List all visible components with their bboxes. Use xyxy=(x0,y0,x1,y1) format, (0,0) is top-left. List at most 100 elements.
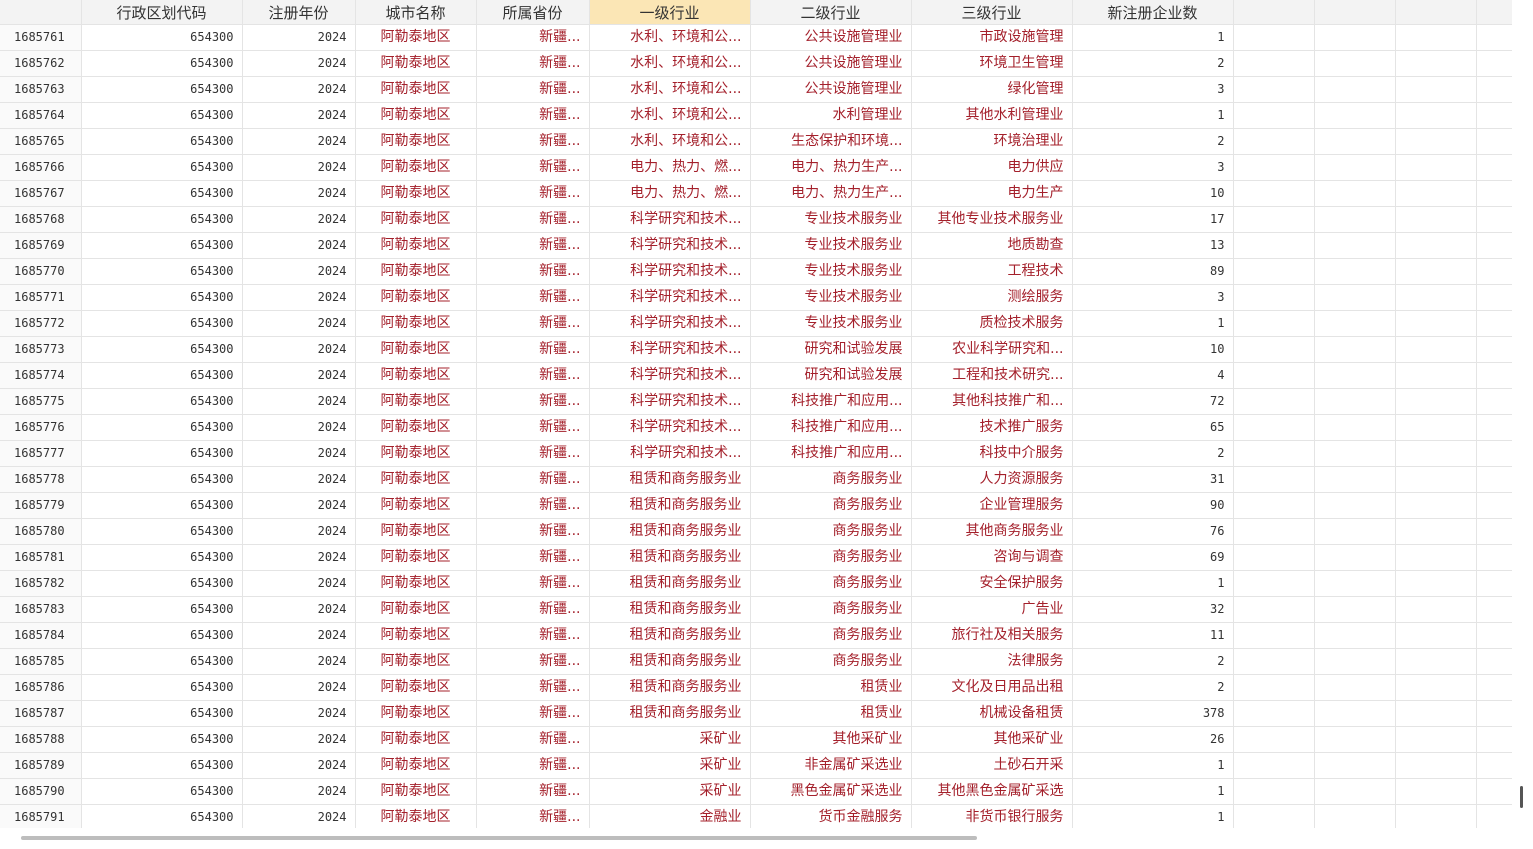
admin-code-cell[interactable]: 654300 xyxy=(81,778,243,805)
industry-l2-cell[interactable]: 商务服务业 xyxy=(750,518,912,545)
reg-year-cell[interactable]: 2024 xyxy=(242,76,356,103)
province-cell[interactable]: 新疆... xyxy=(476,700,590,727)
new-companies-cell[interactable]: 1 xyxy=(1072,102,1234,129)
industry-l3-cell[interactable]: 企业管理服务 xyxy=(911,492,1073,519)
city-cell[interactable]: 阿勒泰地区 xyxy=(355,804,477,828)
reg-year-cell[interactable]: 2024 xyxy=(242,362,356,389)
province-cell[interactable]: 新疆... xyxy=(476,570,590,597)
row-number[interactable]: 1685779 xyxy=(0,492,82,519)
industry-l2-cell[interactable]: 非金属矿采选业 xyxy=(750,752,912,779)
province-cell[interactable]: 新疆... xyxy=(476,596,590,623)
table-row[interactable]: 1685763 654300 2024 阿勒泰地区 新疆... 水利、环境和公... 公共设… xyxy=(0,76,1512,103)
industry-l1-cell[interactable]: 租赁和商务服务业 xyxy=(589,466,751,493)
industry-l3-cell[interactable]: 安全保护服务 xyxy=(911,570,1073,597)
city-cell[interactable]: 阿勒泰地区 xyxy=(355,336,477,363)
empty-cell[interactable] xyxy=(1314,752,1396,779)
row-number[interactable]: 1685787 xyxy=(0,700,82,727)
industry-l2-cell[interactable]: 专业技术服务业 xyxy=(750,258,912,285)
empty-cell[interactable] xyxy=(1476,102,1512,129)
admin-code-cell[interactable]: 654300 xyxy=(81,24,243,51)
industry-l3-cell[interactable]: 工程和技术研究... xyxy=(911,362,1073,389)
empty-cell[interactable] xyxy=(1476,154,1512,181)
industry-l2-cell[interactable]: 电力、热力生产... xyxy=(750,154,912,181)
industry-l3-cell[interactable]: 其他专业技术服务业 xyxy=(911,206,1073,233)
industry-l1-cell[interactable]: 采矿业 xyxy=(589,726,751,753)
new-companies-cell[interactable]: 31 xyxy=(1072,466,1234,493)
reg-year-cell[interactable]: 2024 xyxy=(242,128,356,155)
city-cell[interactable]: 阿勒泰地区 xyxy=(355,752,477,779)
admin-code-cell[interactable]: 654300 xyxy=(81,726,243,753)
reg-year-cell[interactable]: 2024 xyxy=(242,778,356,805)
empty-cell[interactable] xyxy=(1233,154,1315,181)
admin-code-cell[interactable]: 654300 xyxy=(81,50,243,77)
table-row[interactable]: 1685770 654300 2024 阿勒泰地区 新疆... 科学研究和技术... 专业技… xyxy=(0,258,1512,285)
empty-cell[interactable] xyxy=(1233,492,1315,519)
table-row[interactable]: 1685762 654300 2024 阿勒泰地区 新疆... 水利、环境和公... 公共设… xyxy=(0,50,1512,77)
reg-year-cell[interactable]: 2024 xyxy=(242,726,356,753)
admin-code-cell[interactable]: 654300 xyxy=(81,596,243,623)
city-cell[interactable]: 阿勒泰地区 xyxy=(355,648,477,675)
table-row[interactable]: 1685769 654300 2024 阿勒泰地区 新疆... 科学研究和技术... 专业技… xyxy=(0,232,1512,259)
empty-cell[interactable] xyxy=(1233,648,1315,675)
table-row[interactable]: 1685764 654300 2024 阿勒泰地区 新疆... 水利、环境和公... 水利管… xyxy=(0,102,1512,129)
empty-cell[interactable] xyxy=(1395,492,1477,519)
new-companies-cell[interactable]: 26 xyxy=(1072,726,1234,753)
province-cell[interactable]: 新疆... xyxy=(476,674,590,701)
city-cell[interactable]: 阿勒泰地区 xyxy=(355,570,477,597)
province-cell[interactable]: 新疆... xyxy=(476,310,590,337)
province-cell[interactable]: 新疆... xyxy=(476,50,590,77)
empty-cell[interactable] xyxy=(1395,440,1477,467)
empty-cell[interactable] xyxy=(1233,362,1315,389)
empty-cell[interactable] xyxy=(1395,648,1477,675)
new-companies-cell[interactable]: 2 xyxy=(1072,674,1234,701)
industry-l2-cell[interactable]: 商务服务业 xyxy=(750,544,912,571)
admin-code-cell[interactable]: 654300 xyxy=(81,622,243,649)
empty-cell[interactable] xyxy=(1314,154,1396,181)
row-number[interactable]: 1685768 xyxy=(0,206,82,233)
admin-code-cell[interactable]: 654300 xyxy=(81,76,243,103)
empty-cell[interactable] xyxy=(1395,24,1477,51)
empty-cell[interactable] xyxy=(1476,674,1512,701)
row-number[interactable]: 1685765 xyxy=(0,128,82,155)
city-cell[interactable]: 阿勒泰地区 xyxy=(355,440,477,467)
empty-cell[interactable] xyxy=(1395,154,1477,181)
row-number[interactable]: 1685786 xyxy=(0,674,82,701)
table-row[interactable]: 1685777 654300 2024 阿勒泰地区 新疆... 科学研究和技术... 科技推… xyxy=(0,440,1512,467)
empty-cell[interactable] xyxy=(1395,700,1477,727)
city-cell[interactable]: 阿勒泰地区 xyxy=(355,154,477,181)
header-rownum[interactable] xyxy=(0,0,82,25)
new-companies-cell[interactable]: 2 xyxy=(1072,50,1234,77)
industry-l2-cell[interactable]: 公共设施管理业 xyxy=(750,76,912,103)
empty-cell[interactable] xyxy=(1395,570,1477,597)
industry-l3-cell[interactable]: 机械设备租赁 xyxy=(911,700,1073,727)
empty-cell[interactable] xyxy=(1233,440,1315,467)
admin-code-cell[interactable]: 654300 xyxy=(81,700,243,727)
industry-l2-cell[interactable]: 商务服务业 xyxy=(750,466,912,493)
province-cell[interactable]: 新疆... xyxy=(476,518,590,545)
table-row[interactable]: 1685788 654300 2024 阿勒泰地区 新疆... 采矿业 其他采矿业 其他采矿业… xyxy=(0,726,1512,753)
reg-year-cell[interactable]: 2024 xyxy=(242,596,356,623)
empty-cell[interactable] xyxy=(1233,700,1315,727)
table-row[interactable]: 1685767 654300 2024 阿勒泰地区 新疆... 电力、热力、燃... 电力、… xyxy=(0,180,1512,207)
reg-year-cell[interactable]: 2024 xyxy=(242,284,356,311)
province-cell[interactable]: 新疆... xyxy=(476,24,590,51)
empty-cell[interactable] xyxy=(1314,232,1396,259)
row-number[interactable]: 1685771 xyxy=(0,284,82,311)
empty-cell[interactable] xyxy=(1395,128,1477,155)
industry-l1-cell[interactable]: 租赁和商务服务业 xyxy=(589,544,751,571)
new-companies-cell[interactable]: 32 xyxy=(1072,596,1234,623)
table-row[interactable]: 1685779 654300 2024 阿勒泰地区 新疆... 租赁和商务服务业 商务服务业… xyxy=(0,492,1512,519)
industry-l3-cell[interactable]: 工程技术 xyxy=(911,258,1073,285)
reg-year-cell[interactable]: 2024 xyxy=(242,24,356,51)
empty-cell[interactable] xyxy=(1395,622,1477,649)
city-cell[interactable]: 阿勒泰地区 xyxy=(355,544,477,571)
industry-l1-cell[interactable]: 科学研究和技术... xyxy=(589,336,751,363)
row-number[interactable]: 1685783 xyxy=(0,596,82,623)
empty-cell[interactable] xyxy=(1395,726,1477,753)
new-companies-cell[interactable]: 89 xyxy=(1072,258,1234,285)
empty-cell[interactable] xyxy=(1476,726,1512,753)
empty-cell[interactable] xyxy=(1233,102,1315,129)
admin-code-cell[interactable]: 654300 xyxy=(81,128,243,155)
industry-l1-cell[interactable]: 科学研究和技术... xyxy=(589,284,751,311)
empty-cell[interactable] xyxy=(1395,232,1477,259)
